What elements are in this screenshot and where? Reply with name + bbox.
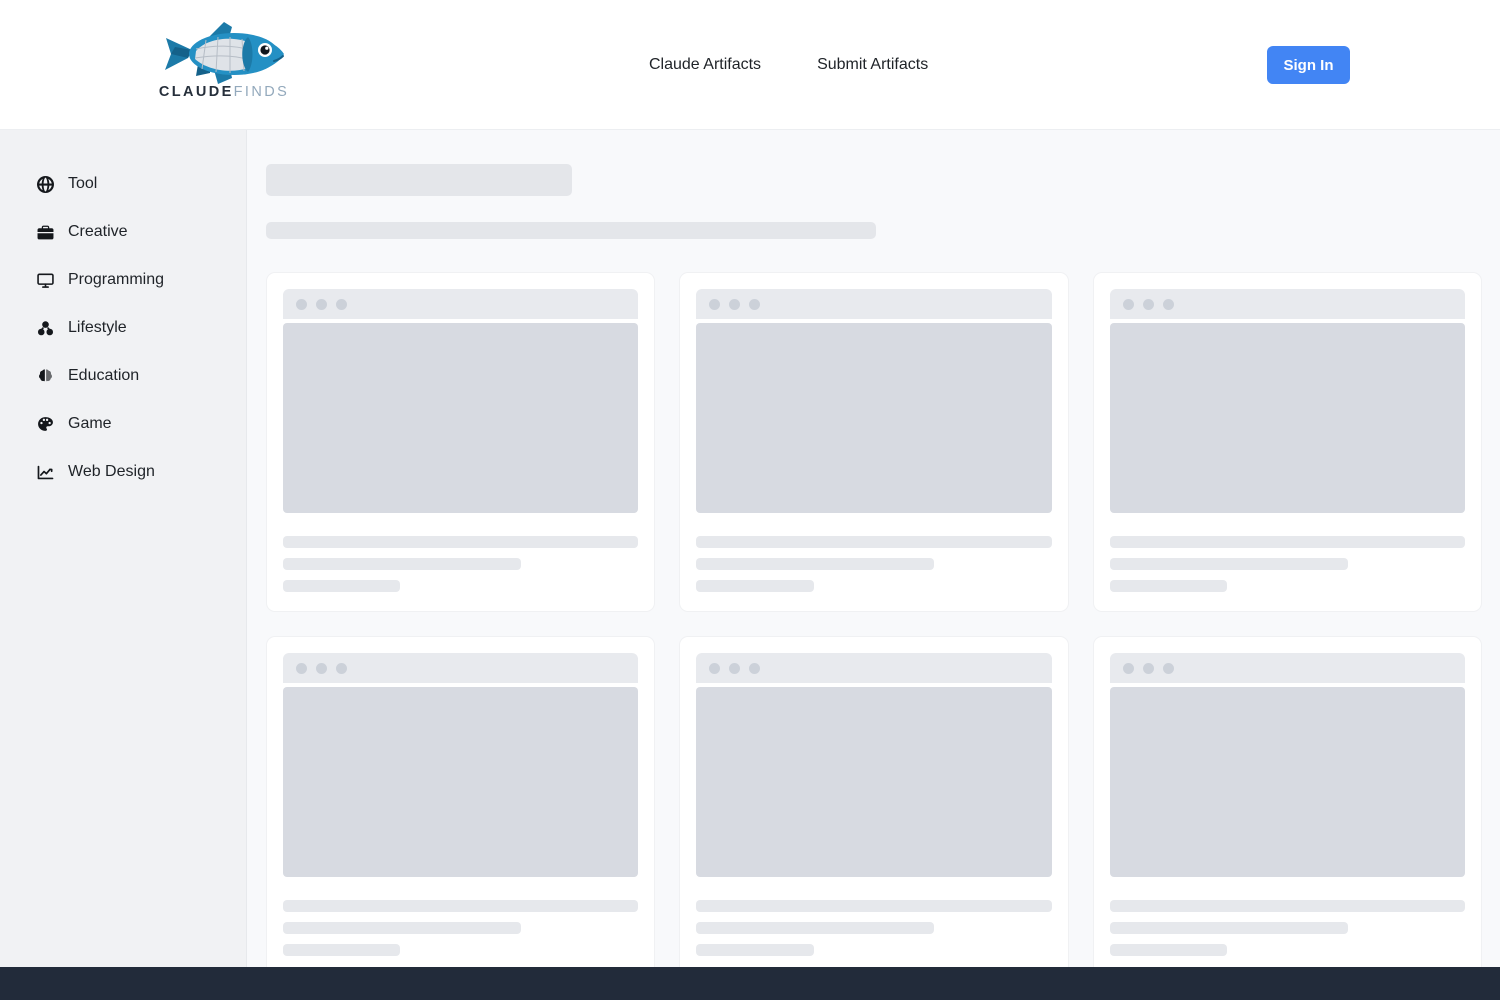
card-text-placeholders — [696, 536, 1052, 592]
window-dot-icon — [1142, 298, 1154, 310]
skeleton-card[interactable] — [679, 636, 1069, 967]
window-dot-icon — [709, 662, 721, 674]
sidebar-item-label: Web Design — [68, 463, 155, 480]
category-sidebar: Tool Creative Programming Lifestyle Educ… — [0, 130, 247, 967]
window-dot-icon — [1162, 298, 1174, 310]
card-text-placeholders — [1109, 536, 1465, 592]
sidebar-item-lifestyle[interactable]: Lifestyle — [0, 304, 246, 352]
window-dot-icon — [709, 298, 721, 310]
briefcase-icon — [36, 223, 54, 241]
skeleton-line — [1109, 536, 1465, 548]
card-preview-placeholder — [283, 687, 639, 877]
sidebar-item-web-design[interactable]: Web Design — [0, 448, 246, 496]
logo-text-secondary: FINDS — [233, 84, 290, 100]
brain-icon — [36, 367, 54, 385]
skeleton-line — [696, 580, 814, 592]
skeleton-line — [1109, 558, 1348, 570]
window-dot-icon — [749, 298, 761, 310]
sidebar-item-label: Creative — [68, 223, 128, 240]
sidebar-item-programming[interactable]: Programming — [0, 256, 246, 304]
skeleton-line — [696, 944, 814, 956]
desktop-icon — [36, 271, 54, 289]
main-content — [247, 130, 1500, 967]
window-dot-icon — [729, 298, 741, 310]
skeleton-page-subtitle — [266, 222, 876, 239]
skeleton-line — [1109, 580, 1227, 592]
window-dot-icon — [749, 662, 761, 674]
card-preview-placeholder — [283, 323, 639, 513]
window-dot-icon — [296, 298, 307, 310]
window-dot-icon — [1142, 662, 1154, 674]
skeleton-line — [1109, 922, 1348, 934]
card-text-placeholders — [283, 900, 639, 956]
window-dot-icon — [316, 298, 327, 310]
window-dot-icon — [296, 662, 307, 674]
sidebar-item-label: Game — [68, 415, 112, 432]
card-preview-placeholder — [1109, 687, 1465, 877]
window-dot-icon — [1122, 298, 1134, 310]
page-root: CLAUDEFINDS Claude Artifacts Submit Arti… — [0, 0, 1500, 1000]
skeleton-line — [1109, 900, 1465, 912]
skeleton-line — [283, 580, 401, 592]
cubes-icon — [36, 319, 54, 337]
window-dot-icon — [1162, 662, 1174, 674]
skeleton-line — [283, 558, 522, 570]
skeleton-card[interactable] — [266, 636, 656, 967]
card-text-placeholders — [1109, 900, 1465, 956]
card-preview-placeholder — [1109, 323, 1465, 513]
skeleton-card[interactable] — [1092, 636, 1482, 967]
sidebar-item-label: Lifestyle — [68, 319, 127, 336]
sidebar-item-tool[interactable]: Tool — [0, 160, 246, 208]
card-text-placeholders — [283, 536, 639, 592]
body-row: Tool Creative Programming Lifestyle Educ… — [0, 130, 1500, 967]
globe-icon — [36, 175, 54, 193]
card-text-placeholders — [696, 900, 1052, 956]
skeleton-line — [283, 900, 639, 912]
site-header: CLAUDEFINDS Claude Artifacts Submit Arti… — [0, 0, 1500, 130]
skeleton-card[interactable] — [679, 272, 1069, 612]
logo-wordmark: CLAUDEFINDS — [159, 85, 289, 100]
card-preview-placeholder — [696, 323, 1052, 513]
card-browser-bar — [1109, 653, 1465, 683]
skeleton-card[interactable] — [266, 272, 656, 612]
skeleton-line — [696, 536, 1052, 548]
logo-text-primary: CLAUDE — [158, 84, 234, 100]
card-browser-bar — [696, 653, 1052, 683]
skeleton-line — [696, 558, 935, 570]
skeleton-card[interactable] — [1092, 272, 1482, 612]
sidebar-item-label: Programming — [68, 271, 165, 288]
skeleton-line — [1109, 944, 1227, 956]
sign-in-button[interactable]: Sign In — [1267, 46, 1350, 84]
sidebar-item-education[interactable]: Education — [0, 352, 246, 400]
window-dot-icon — [729, 662, 741, 674]
skeleton-page-title — [266, 164, 572, 196]
logo[interactable]: CLAUDEFINDS — [150, 18, 298, 112]
palette-icon — [36, 415, 54, 433]
skeleton-line — [283, 536, 639, 548]
sidebar-item-creative[interactable]: Creative — [0, 208, 246, 256]
skeleton-line — [696, 922, 935, 934]
sidebar-item-game[interactable]: Game — [0, 400, 246, 448]
main-nav: Claude Artifacts Submit Artifacts — [649, 0, 928, 130]
window-dot-icon — [316, 662, 327, 674]
fish-logo-icon — [164, 22, 284, 84]
site-footer — [0, 967, 1500, 1000]
skeleton-line — [283, 922, 522, 934]
artifact-card-grid — [266, 272, 1482, 967]
card-preview-placeholder — [696, 687, 1052, 877]
nav-submit-artifacts[interactable]: Submit Artifacts — [817, 57, 928, 73]
window-dot-icon — [1122, 662, 1134, 674]
window-dot-icon — [336, 298, 347, 310]
card-browser-bar — [283, 289, 639, 319]
sidebar-item-label: Education — [68, 367, 140, 384]
skeleton-line — [283, 944, 401, 956]
card-browser-bar — [696, 289, 1052, 319]
card-browser-bar — [283, 653, 639, 683]
sidebar-item-label: Tool — [68, 175, 98, 192]
skeleton-line — [696, 900, 1052, 912]
card-browser-bar — [1109, 289, 1465, 319]
nav-claude-artifacts[interactable]: Claude Artifacts — [649, 57, 761, 73]
chart-line-icon — [36, 463, 54, 481]
window-dot-icon — [336, 662, 347, 674]
